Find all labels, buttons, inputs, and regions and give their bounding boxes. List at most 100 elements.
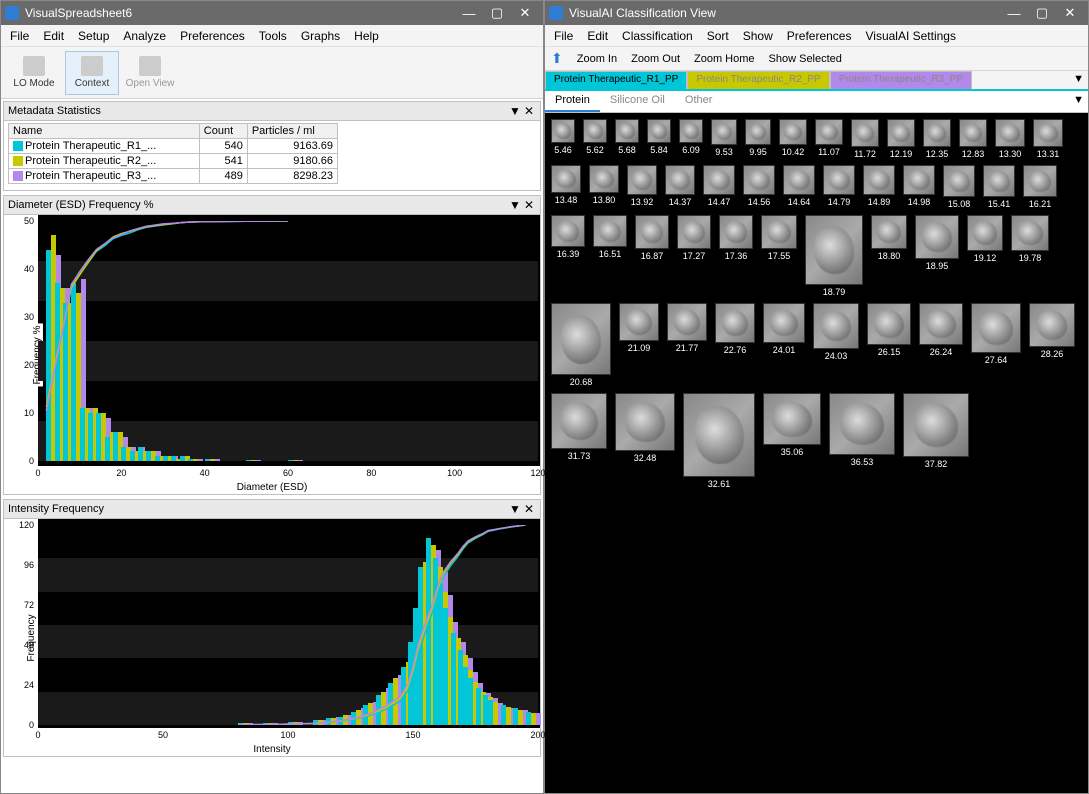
particle-thumb[interactable]: 32.48 (615, 393, 675, 463)
particle-thumb[interactable]: 14.56 (743, 165, 775, 207)
particle-thumb[interactable]: 14.47 (703, 165, 735, 207)
menu-edit[interactable]: Edit (580, 27, 615, 45)
close-icon[interactable]: ✕ (522, 198, 536, 212)
tool-zoom-out[interactable]: Zoom Out (631, 53, 680, 65)
menu-file[interactable]: File (3, 27, 36, 45)
tool-zoom-home[interactable]: Zoom Home (694, 53, 755, 65)
menu-classification[interactable]: Classification (615, 27, 700, 45)
close-icon[interactable]: ✕ (511, 3, 539, 23)
col-header[interactable]: Particles / ml (247, 124, 337, 139)
file-tab[interactable]: Protein Therapeutic_R2_PP (687, 71, 829, 89)
menu-file[interactable]: File (547, 27, 580, 45)
menu-edit[interactable]: Edit (36, 27, 71, 45)
particle-thumb[interactable]: 15.08 (943, 165, 975, 209)
dropdown-icon[interactable]: ▼ (1073, 73, 1084, 85)
particle-thumb[interactable]: 28.26 (1029, 303, 1075, 359)
particle-thumb[interactable]: 31.73 (551, 393, 607, 461)
particle-thumb[interactable]: 14.89 (863, 165, 895, 207)
maximize-icon[interactable]: ▢ (1028, 3, 1056, 23)
particle-thumb[interactable]: 13.31 (1033, 119, 1063, 159)
particle-thumb[interactable]: 18.80 (871, 215, 907, 261)
tool-show-selected[interactable]: Show Selected (769, 53, 842, 65)
dropdown-icon[interactable]: ▼ (1073, 94, 1084, 106)
particle-thumb[interactable]: 15.41 (983, 165, 1015, 209)
particle-thumb[interactable]: 17.27 (677, 215, 711, 261)
particle-thumb[interactable]: 16.87 (635, 215, 669, 261)
intensity-chart[interactable]: Frequency Intensity 02448729612005010015… (3, 519, 541, 757)
particle-thumb[interactable]: 22.76 (715, 303, 755, 355)
particle-thumb[interactable]: 14.37 (665, 165, 695, 207)
close-icon[interactable]: ✕ (1056, 3, 1084, 23)
particle-thumb[interactable]: 24.01 (763, 303, 805, 355)
menu-preferences[interactable]: Preferences (780, 27, 859, 45)
particle-thumb[interactable]: 16.21 (1023, 165, 1057, 209)
particle-thumb[interactable]: 12.83 (959, 119, 987, 159)
particle-thumb[interactable]: 27.64 (971, 303, 1021, 365)
menu-tools[interactable]: Tools (252, 27, 294, 45)
tool-context[interactable]: Context (65, 51, 119, 95)
particle-thumb[interactable]: 21.09 (619, 303, 659, 353)
particle-thumb[interactable]: 5.46 (551, 119, 575, 155)
col-header[interactable]: Name (9, 124, 200, 139)
close-icon[interactable]: ✕ (522, 104, 536, 118)
particle-thumb[interactable]: 13.30 (995, 119, 1025, 159)
particle-thumb[interactable]: 16.39 (551, 215, 585, 259)
menu-analyze[interactable]: Analyze (116, 27, 173, 45)
particle-thumb[interactable]: 13.48 (551, 165, 581, 205)
tool-lo-mode[interactable]: LO Mode (7, 51, 61, 95)
class-tab-protein[interactable]: Protein (545, 91, 600, 112)
particle-gallery[interactable]: 5.465.625.685.846.099.539.9510.4211.0711… (545, 113, 1088, 793)
dropdown-icon[interactable]: ▼ (508, 104, 522, 118)
maximize-icon[interactable]: ▢ (483, 3, 511, 23)
particle-thumb[interactable]: 14.98 (903, 165, 935, 207)
class-tab-other[interactable]: Other (675, 91, 723, 112)
particle-thumb[interactable]: 26.15 (867, 303, 911, 357)
diameter-chart[interactable]: Frequency % Diameter (ESD) 0102030405002… (3, 215, 541, 495)
file-tab[interactable]: Protein Therapeutic_R3_PP (830, 71, 972, 89)
tool-zoom-in[interactable]: Zoom In (577, 53, 617, 65)
particle-thumb[interactable]: 5.68 (615, 119, 639, 155)
menu-help[interactable]: Help (347, 27, 386, 45)
menu-graphs[interactable]: Graphs (294, 27, 347, 45)
minimize-icon[interactable]: — (1000, 3, 1028, 23)
particle-thumb[interactable]: 35.06 (763, 393, 821, 457)
particle-thumb[interactable]: 37.82 (903, 393, 969, 469)
particle-thumb[interactable]: 17.36 (719, 215, 753, 261)
particle-thumb[interactable]: 11.72 (851, 119, 879, 159)
particle-thumb[interactable]: 11.07 (815, 119, 843, 157)
class-tab-silicone-oil[interactable]: Silicone Oil (600, 91, 675, 112)
particle-thumb[interactable]: 26.24 (919, 303, 963, 357)
particle-thumb[interactable]: 21.77 (667, 303, 707, 353)
particle-thumb[interactable]: 14.79 (823, 165, 855, 207)
dropdown-icon[interactable]: ▼ (508, 502, 522, 516)
particle-thumb[interactable]: 19.78 (1011, 215, 1049, 263)
menu-setup[interactable]: Setup (71, 27, 116, 45)
menu-show[interactable]: Show (736, 27, 780, 45)
particle-thumb[interactable]: 5.62 (583, 119, 607, 155)
close-icon[interactable]: ✕ (522, 502, 536, 516)
table-row[interactable]: Protein Therapeutic_R1_...5409163.69 (9, 139, 338, 154)
particle-thumb[interactable]: 9.95 (745, 119, 771, 157)
table-row[interactable]: Protein Therapeutic_R2_...5419180.66 (9, 154, 338, 169)
menu-sort[interactable]: Sort (700, 27, 736, 45)
table-row[interactable]: Protein Therapeutic_R3_...4898298.23 (9, 169, 338, 184)
particle-thumb[interactable]: 36.53 (829, 393, 895, 467)
particle-thumb[interactable]: 18.95 (915, 215, 959, 271)
particle-thumb[interactable]: 13.92 (627, 165, 657, 207)
particle-thumb[interactable]: 14.64 (783, 165, 815, 207)
menu-visualai-settings[interactable]: VisualAI Settings (858, 27, 963, 45)
home-icon[interactable]: ⬆ (551, 50, 563, 67)
col-header[interactable]: Count (199, 124, 247, 139)
particle-thumb[interactable]: 12.19 (887, 119, 915, 159)
menu-preferences[interactable]: Preferences (173, 27, 252, 45)
particle-thumb[interactable]: 13.80 (589, 165, 619, 205)
particle-thumb[interactable]: 18.79 (805, 215, 863, 297)
particle-thumb[interactable]: 32.61 (683, 393, 755, 489)
particle-thumb[interactable]: 16.51 (593, 215, 627, 259)
particle-thumb[interactable]: 9.53 (711, 119, 737, 157)
particle-thumb[interactable]: 10.42 (779, 119, 807, 157)
particle-thumb[interactable]: 6.09 (679, 119, 703, 155)
particle-thumb[interactable]: 20.68 (551, 303, 611, 387)
particle-thumb[interactable]: 19.12 (967, 215, 1003, 263)
minimize-icon[interactable]: — (455, 3, 483, 23)
